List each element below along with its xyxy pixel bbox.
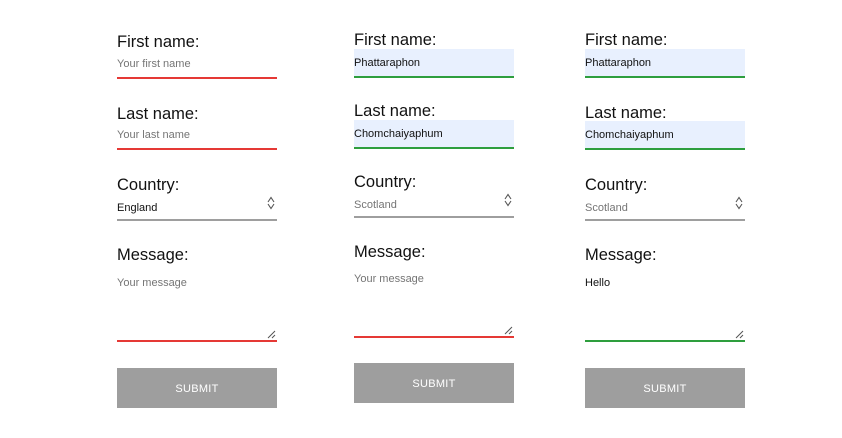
updown-chevron-icon	[267, 192, 275, 219]
last-name-value: Chomchaiyaphum	[585, 129, 674, 141]
message-textarea[interactable]: Your message	[354, 266, 514, 338]
submit-button[interactable]: SUBMIT	[585, 368, 745, 408]
message-textarea[interactable]: Hello	[585, 270, 745, 342]
message-placeholder: Your message	[354, 273, 424, 285]
last-name-label: Last name:	[354, 102, 436, 120]
last-name-value: Chomchaiyaphum	[354, 128, 443, 140]
submit-button[interactable]: SUBMIT	[354, 363, 514, 403]
message-value: Hello	[585, 277, 611, 289]
last-name-input[interactable]: Your last name	[117, 121, 277, 150]
message-label: Message:	[585, 246, 657, 264]
country-value: Scotland	[354, 199, 397, 211]
resize-grip-icon[interactable]	[503, 325, 513, 335]
first-name-placeholder: Your first name	[117, 58, 191, 70]
message-textarea[interactable]: Your message	[117, 270, 277, 342]
resize-grip-icon[interactable]	[734, 329, 744, 339]
message-label: Message:	[354, 243, 426, 261]
message-placeholder: Your message	[117, 277, 187, 289]
last-name-label: Last name:	[585, 104, 667, 122]
first-name-input[interactable]: Your first name	[117, 50, 277, 79]
last-name-placeholder: Your last name	[117, 129, 190, 141]
first-name-input[interactable]: Phattaraphon	[585, 49, 745, 78]
country-select[interactable]: England	[117, 192, 277, 221]
country-select[interactable]: Scotland	[354, 189, 514, 218]
country-value: Scotland	[585, 202, 628, 214]
first-name-input[interactable]: Phattaraphon	[354, 49, 514, 78]
country-value: England	[117, 202, 158, 214]
first-name-value: Phattaraphon	[354, 57, 421, 69]
first-name-label: First name:	[585, 31, 668, 49]
message-label: Message:	[117, 246, 189, 264]
last-name-input[interactable]: Chomchaiyaphum	[354, 120, 514, 149]
updown-chevron-icon	[504, 189, 512, 216]
first-name-value: Phattaraphon	[585, 57, 652, 69]
updown-chevron-icon	[735, 192, 743, 219]
country-select[interactable]: Scotland	[585, 192, 745, 221]
first-name-label: First name:	[354, 31, 437, 49]
resize-grip-icon[interactable]	[266, 329, 276, 339]
first-name-label: First name:	[117, 33, 200, 51]
submit-button[interactable]: SUBMIT	[117, 368, 277, 408]
last-name-input[interactable]: Chomchaiyaphum	[585, 121, 745, 150]
